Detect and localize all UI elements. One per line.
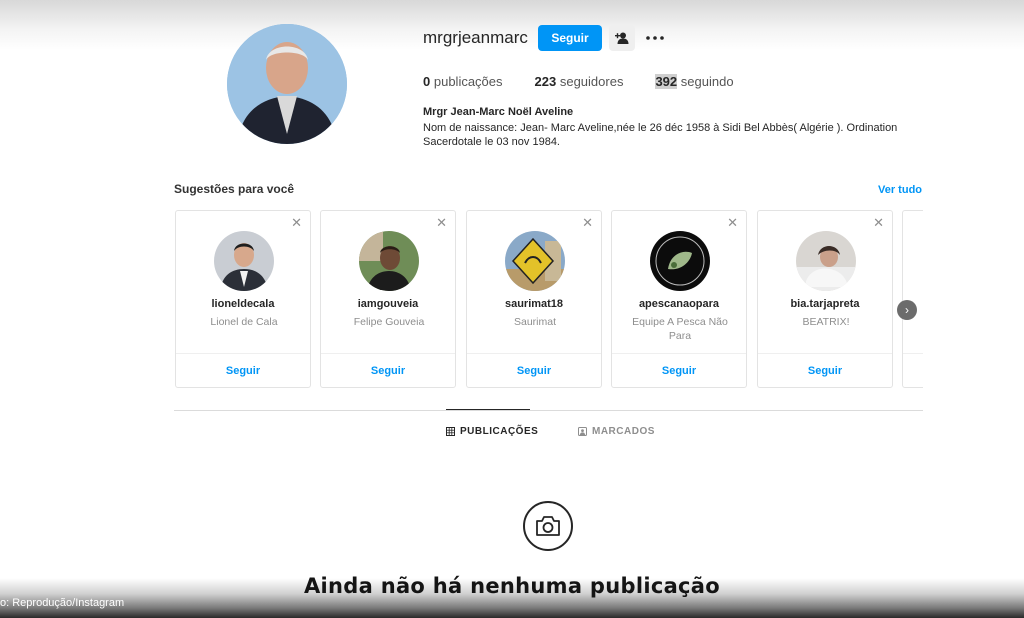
suggestion-card: ✕ apescanaopara Equipe A Pesca Não Para … [611, 210, 747, 388]
follow-button[interactable]: Seguir [538, 25, 602, 51]
grid-icon [446, 427, 455, 436]
suggestion-card: ✕ saurimat18 Saurimat Seguir [466, 210, 602, 388]
close-icon[interactable]: ✕ [291, 215, 302, 231]
suggestion-username[interactable]: iamgouveia [321, 298, 455, 310]
card-divider [321, 353, 455, 354]
followers-label: seguidores [559, 74, 624, 89]
suggestion-name: Lionel de Cala [210, 316, 278, 328]
profile-avatar[interactable] [227, 24, 347, 144]
suggestion-avatar[interactable] [650, 231, 710, 291]
followers-number: 223 [534, 74, 557, 89]
profile-username: mrgrjeanmarc [423, 28, 528, 47]
active-tab-indicator [446, 409, 530, 410]
suggestion-follow-button[interactable]: Seguir [467, 365, 601, 377]
suggestion-follow-button[interactable]: Seguir [758, 365, 892, 377]
posts-label: publicações [433, 74, 503, 89]
following-count[interactable]: 392 seguindo [655, 74, 734, 89]
suggestion-username[interactable]: bia.tarjapreta [758, 298, 892, 310]
card-divider [467, 353, 601, 354]
close-icon[interactable]: ✕ [436, 215, 447, 231]
profile-full-name: Mrgr Jean-Marc Noël Aveline [423, 106, 574, 118]
posts-number: 0 [423, 74, 431, 89]
suggestion-username[interactable]: apescanaopara [612, 298, 746, 310]
suggestion-card: ✕ iamgouveia Felipe Gouveia Seguir [320, 210, 456, 388]
person-add-icon[interactable] [609, 25, 635, 51]
profile-bio: Nom de naissance: Jean- Marc Aveline,née… [423, 122, 898, 148]
suggestion-name: Felipe Gouveia [353, 316, 425, 328]
suggestion-avatar[interactable] [359, 231, 419, 291]
tagged-user-icon [578, 427, 587, 436]
following-label: seguindo [680, 74, 734, 89]
card-divider [758, 353, 892, 354]
camera-icon [523, 501, 573, 551]
tab-tagged-label: MARCADOS [592, 426, 655, 437]
chevron-right-icon[interactable]: › [897, 300, 917, 320]
suggestion-avatar[interactable] [796, 231, 856, 291]
close-icon[interactable]: ✕ [582, 215, 593, 231]
suggestion-card: ✕ bia.tarjapreta BEATRIX! Seguir [757, 210, 893, 388]
more-dots-icon[interactable] [644, 27, 666, 49]
suggestion-name: Saurimat [513, 316, 556, 328]
tab-publications[interactable]: PUBLICAÇÕES [446, 426, 538, 437]
suggestion-card: ✕ lioneldecala Lionel de Cala Seguir [175, 210, 311, 388]
suggestion-avatar[interactable] [505, 231, 565, 291]
empty-state-message: Ainda não há nenhuma publicação [304, 574, 720, 598]
suggestion-card-partial [902, 210, 923, 388]
close-icon[interactable]: ✕ [873, 215, 884, 231]
card-divider [176, 353, 310, 354]
photo-credit: o: Reprodução/Instagram [0, 597, 125, 609]
suggestion-follow-button[interactable]: Seguir [176, 365, 310, 377]
close-icon[interactable]: ✕ [727, 215, 738, 231]
suggestion-name: BEATRIX! [802, 316, 850, 328]
tab-tagged[interactable]: MARCADOS [578, 426, 655, 437]
tab-publications-label: PUBLICAÇÕES [460, 426, 539, 437]
suggestions-title: Sugestões para você [174, 182, 295, 196]
suggestion-avatar[interactable] [214, 231, 274, 291]
following-number: 392 [655, 74, 678, 89]
posts-count: 0 publicações [423, 74, 503, 89]
card-divider [612, 353, 746, 354]
suggestion-follow-button[interactable]: Seguir [612, 365, 746, 377]
suggestion-follow-button[interactable]: Seguir [321, 365, 455, 377]
followers-count[interactable]: 223 seguidores [535, 74, 624, 89]
profile-stats: 0 publicações 223 seguidores 392 seguind… [423, 74, 766, 89]
suggestion-name: Equipe A Pesca Não Para [632, 316, 728, 342]
tabs-divider [174, 410, 923, 411]
card-divider [903, 353, 923, 354]
suggestion-username[interactable]: saurimat18 [467, 298, 601, 310]
suggestion-username[interactable]: lioneldecala [176, 298, 310, 310]
see-all-link[interactable]: Ver tudo [878, 184, 922, 196]
suggestions-carousel: ✕ lioneldecala Lionel de Cala Seguir ✕ i… [175, 210, 923, 390]
